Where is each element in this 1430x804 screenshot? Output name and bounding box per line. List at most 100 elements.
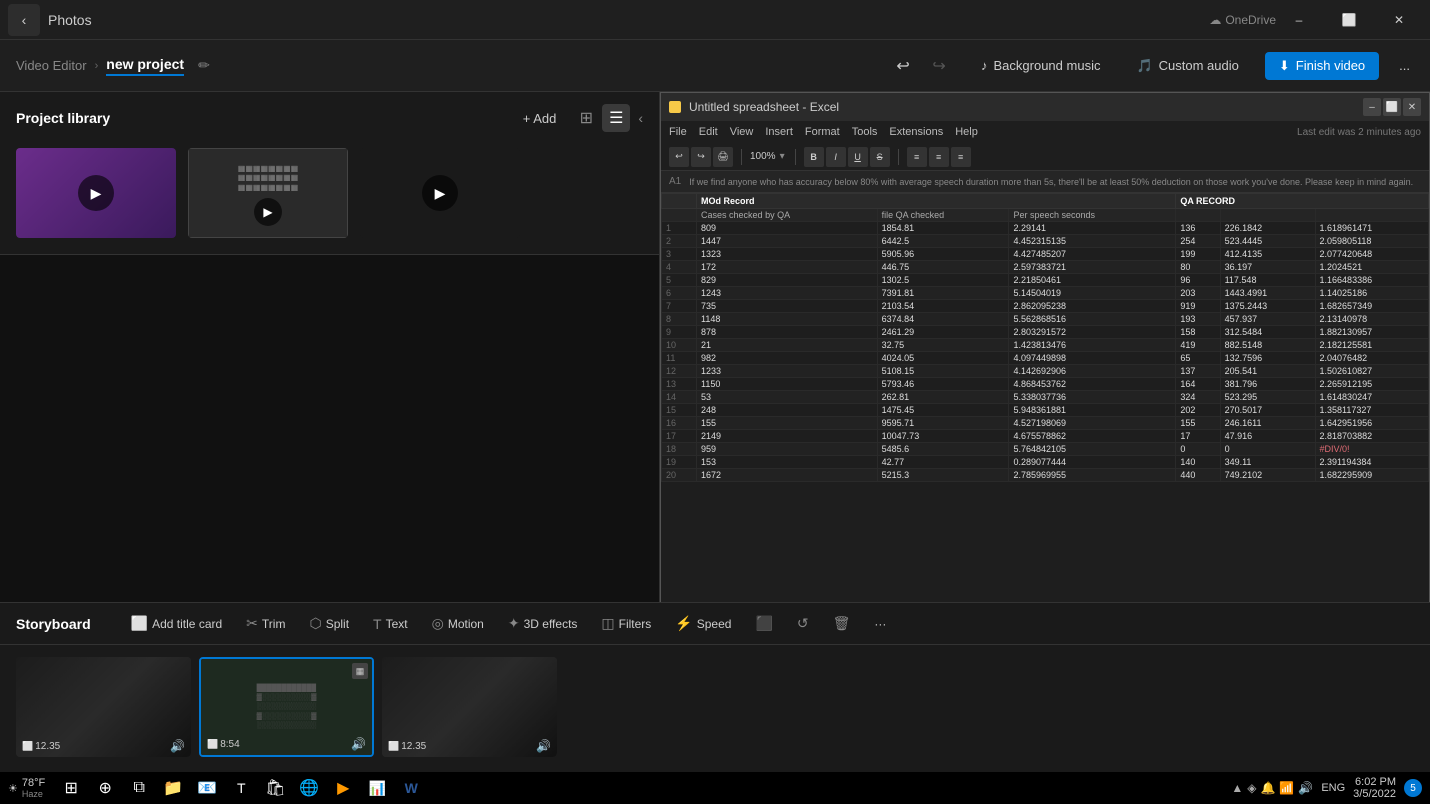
tray-expand-icon[interactable]: ▲	[1231, 781, 1243, 795]
text-button[interactable]: T Text	[365, 612, 416, 636]
weather-icon: ☀	[8, 782, 18, 795]
tray-volume-icon[interactable]: 🔊	[1298, 781, 1313, 795]
tray-dropbox-icon[interactable]: ◈	[1247, 781, 1256, 795]
vlc-button[interactable]: ▶	[329, 774, 357, 802]
sub-col-speech: Per speech seconds	[1009, 209, 1176, 222]
menu-format[interactable]: Format	[805, 126, 840, 138]
tray-wifi-icon[interactable]: 📶	[1279, 781, 1294, 795]
toolbar-separator-3	[898, 149, 899, 165]
delete-clip-button[interactable]: 🗑	[825, 611, 859, 636]
list-view-button[interactable]: ☰	[602, 104, 630, 132]
spreadsheet-data-area[interactable]: MOd Record QA RECORD Cases checked by QA…	[661, 193, 1429, 627]
tb-redo[interactable]: ↪	[691, 147, 711, 167]
tb-align-left[interactable]: ≡	[907, 147, 927, 167]
collapse-panel-button[interactable]: ‹	[638, 110, 643, 126]
menu-file[interactable]: File	[669, 126, 687, 138]
close-button[interactable]: ✕	[1376, 4, 1422, 36]
menu-tools[interactable]: Tools	[852, 126, 878, 138]
storyboard-clip-3[interactable]: ⬜ 12.35 🔊	[382, 657, 557, 757]
notification-badge[interactable]: 5	[1404, 779, 1422, 797]
storyboard-clip-1[interactable]: ⬜ 12.35 🔊	[16, 657, 191, 757]
media-item-1[interactable]: ▶	[16, 148, 176, 238]
edge-button[interactable]: 🌐	[295, 774, 323, 802]
mail-button[interactable]: 📧	[193, 774, 221, 802]
grid-view-button[interactable]: ⊞	[572, 104, 600, 132]
start-button[interactable]: ⊞	[57, 774, 85, 802]
spreadsheet-titlebar: Untitled spreadsheet - Excel – ⬜ ✕	[661, 93, 1429, 121]
minimize-button[interactable]: –	[1276, 4, 1322, 36]
speed-button[interactable]: ⚡ Speed	[667, 611, 739, 636]
search-button[interactable]: ⊕	[91, 774, 119, 802]
project-name[interactable]: new project	[106, 56, 184, 76]
storyboard-clip-2[interactable]: ████████████ ▓░░░░░░░░░░▓ ░░░░░░░░░░░░ ▓…	[199, 657, 374, 757]
more-options-button[interactable]: ...	[1395, 54, 1414, 77]
split-button[interactable]: ⬡ Split	[301, 611, 357, 636]
media-thumbnail-2: ▦▦▦▦▦▦▦▦▦▦▦▦▦▦▦▦▦▦▦▦▦▦▦▦ ▶	[188, 148, 348, 238]
speed-icon: ⚡	[675, 615, 692, 632]
tb-underline[interactable]: U	[848, 147, 868, 167]
menu-edit[interactable]: Edit	[699, 126, 718, 138]
add-title-card-button[interactable]: ⬜ Add title card	[123, 611, 230, 636]
more-clip-options-button[interactable]: ···	[866, 613, 894, 635]
trim-button[interactable]: ✂ Trim	[238, 611, 293, 636]
add-media-button[interactable]: + Add	[515, 107, 565, 130]
media-item-3[interactable]: ▶	[360, 148, 520, 238]
last-edit-notice: Last edit was 2 minutes ago	[1297, 127, 1421, 138]
filters-button[interactable]: ◫ Filters	[593, 611, 659, 636]
toolbar-separator-2	[795, 149, 796, 165]
custom-audio-button[interactable]: 🎵 Custom audio	[1126, 52, 1248, 80]
loop-button[interactable]: ↺	[789, 611, 817, 636]
tb-undo[interactable]: ↩	[669, 147, 689, 167]
table-row: 313235905.964.427485207199412.41352.0774…	[662, 248, 1429, 261]
task-view-button[interactable]: ⧉	[125, 774, 153, 802]
explorer-button[interactable]: 📁	[159, 774, 187, 802]
store-button[interactable]: 🛍	[261, 774, 289, 802]
media-thumbnail-1: ▶	[16, 148, 176, 238]
3d-effects-button[interactable]: ✦ 3D effects	[500, 611, 586, 636]
menu-extensions[interactable]: Extensions	[889, 126, 943, 138]
edit-project-name-icon[interactable]: ✏	[198, 57, 210, 74]
language-indicator: ENG	[1321, 782, 1345, 794]
table-row: 811486374.845.562868516193457.9372.13140…	[662, 313, 1429, 326]
tb-italic[interactable]: I	[826, 147, 846, 167]
ss-close-button[interactable]: ✕	[1403, 98, 1421, 116]
word-button[interactable]: W	[397, 774, 425, 802]
background-music-button[interactable]: ♪ Background music	[971, 52, 1110, 79]
ss-maximize-button[interactable]: ⬜	[1383, 98, 1401, 116]
tray-notification-icon[interactable]: 🔔	[1260, 781, 1275, 795]
zoom-dropdown-icon[interactable]: ▾	[780, 151, 785, 162]
table-row: 102132.751.423813476419882.51482.1821255…	[662, 339, 1429, 352]
undo-button[interactable]: ↩	[887, 50, 919, 82]
excel-icon	[669, 101, 681, 113]
redo-button[interactable]: ↪	[923, 50, 955, 82]
system-tray: ▲ ◈ 🔔 📶 🔊	[1231, 781, 1313, 795]
add-title-card-icon: ⬜	[131, 615, 148, 632]
table-row: 18091854.812.29141136226.18421.618961471	[662, 222, 1429, 235]
tb-strikethrough[interactable]: S	[870, 147, 890, 167]
finish-video-button[interactable]: ⬇ Finish video	[1265, 52, 1379, 80]
tb-print[interactable]: 🖨	[713, 147, 733, 167]
maximize-button[interactable]: ⬜	[1326, 4, 1372, 36]
toolbar-group-3: B I U S	[804, 147, 890, 167]
media-item-2[interactable]: ▦▦▦▦▦▦▦▦▦▦▦▦▦▦▦▦▦▦▦▦▦▦▦▦ ▶	[188, 148, 348, 238]
back-button[interactable]: ‹	[8, 4, 40, 36]
loop-icon: ↺	[797, 615, 809, 632]
weather-condition: Haze	[22, 789, 45, 799]
storyboard: Storyboard ⬜ Add title card ✂ Trim ⬡ Spl…	[0, 602, 1430, 772]
split-icon: ⬡	[309, 615, 321, 632]
crop-button[interactable]: ⬛	[747, 611, 780, 636]
menu-help[interactable]: Help	[955, 126, 978, 138]
menu-view[interactable]: View	[730, 126, 754, 138]
storyboard-content: ⬜ 12.35 🔊 ████████████ ▓░░░░░░░░░░▓ ░░░░…	[0, 645, 1430, 769]
teams-button[interactable]: T	[227, 774, 255, 802]
table-row: 17214910047.734.6755788621747.9162.81870…	[662, 430, 1429, 443]
tb-align-right[interactable]: ≡	[951, 147, 971, 167]
motion-button[interactable]: ◎ Motion	[424, 611, 492, 636]
tb-bold[interactable]: B	[804, 147, 824, 167]
taskbar-clock[interactable]: 6:02 PM 3/5/2022	[1353, 776, 1396, 800]
spreadsheet-toolbar: ↩ ↪ 🖨 100% ▾ B I U S ≡	[661, 143, 1429, 171]
app-icon-1[interactable]: 📊	[363, 774, 391, 802]
ss-minimize-button[interactable]: –	[1363, 98, 1381, 116]
menu-insert[interactable]: Insert	[765, 126, 793, 138]
tb-align-center[interactable]: ≡	[929, 147, 949, 167]
